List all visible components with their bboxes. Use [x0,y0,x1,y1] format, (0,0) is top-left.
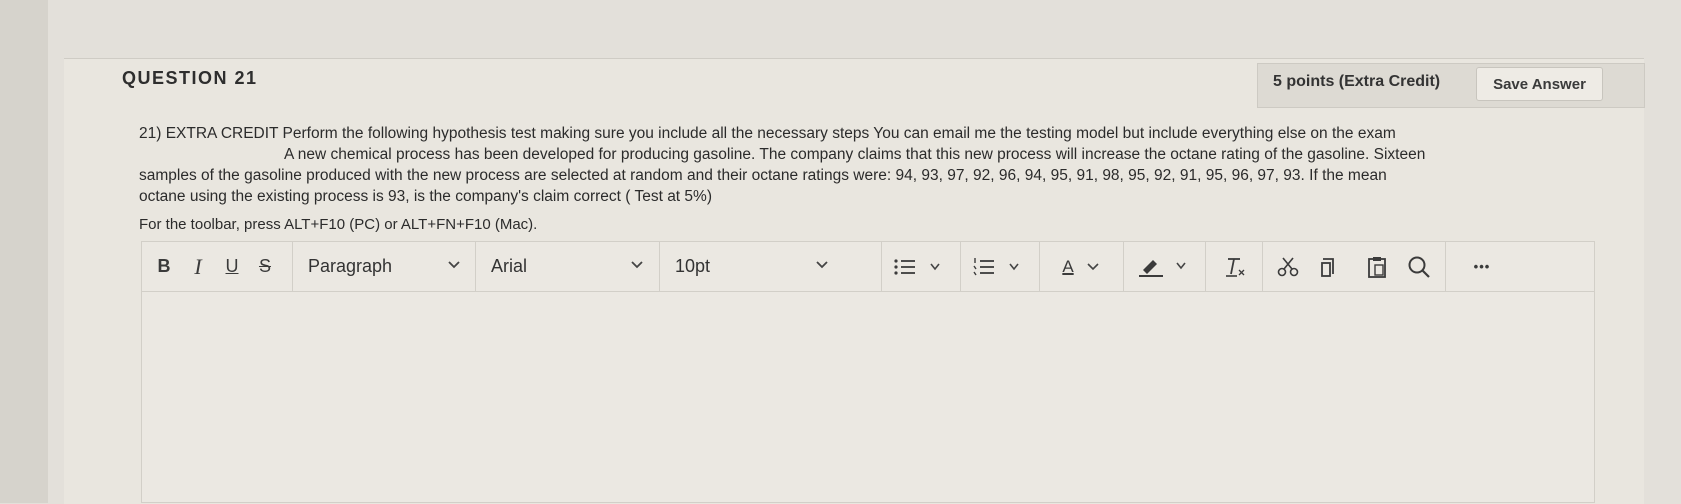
editor-text-area[interactable] [142,292,1594,504]
highlight-icon [1139,259,1186,277]
clear-formatting-icon [1226,257,1245,277]
copy-button[interactable] [1308,242,1348,291]
more-icon[interactable]: ••• [1462,242,1502,291]
question-text: 21) EXTRA CREDIT Perform the following h… [139,123,1599,207]
paragraph-format-value: Paragraph [308,256,393,276]
toolbar-divider [881,242,882,291]
toolbar-divider [1123,242,1124,291]
highlight-color-button[interactable] [1135,242,1199,291]
bullet-list-icon [894,258,940,275]
editor-toolbar: B I U S Paragraph Arial 10pt A ••• [142,242,1594,292]
find-button[interactable] [1399,242,1439,291]
paste-button[interactable] [1357,242,1397,291]
paste-icon [1368,256,1386,278]
search-icon [1408,256,1430,278]
bold-icon[interactable]: B [152,242,176,291]
copy-icon [1321,257,1334,277]
text-color-icon: A [1062,256,1074,276]
cut-icon [1277,256,1299,276]
font-size-value: 10pt [675,256,711,276]
clear-formatting-button[interactable] [1215,242,1255,291]
font-family-value: Arial [491,256,528,276]
points-label: 5 points (Extra Credit) [1273,73,1441,90]
bullet-list-button[interactable] [891,242,951,291]
chevron-down-icon [448,261,460,269]
toolbar-divider [1039,242,1040,291]
font-family-dropdown[interactable]: Arial [476,242,658,291]
window-left-edge [0,0,48,503]
font-size-dropdown[interactable]: 10pt [660,242,843,291]
toolbar-divider [960,242,961,291]
strikethrough-icon[interactable]: S [253,242,277,291]
text-color-button[interactable]: A [1055,242,1115,291]
rich-text-editor: B I U S Paragraph Arial 10pt A ••• [141,241,1595,503]
toolbar-divider [1445,242,1446,291]
save-answer-button[interactable]: Save Answer [1476,67,1603,101]
question-line: A new chemical process has been develope… [284,146,1426,163]
chevron-down-icon [816,261,828,269]
chevron-down-icon [631,261,643,269]
toolbar-hint: For the toolbar, press ALT+F10 (PC) or A… [139,216,538,233]
toolbar-divider [1262,242,1263,291]
question-line: octane using the existing process is 93,… [139,188,712,205]
question-line: samples of the gasoline produced with th… [139,167,1387,184]
numbered-list-button[interactable] [970,242,1030,291]
question-line: 21) EXTRA CREDIT Perform the following h… [139,125,1396,142]
chevron-down-icon [1087,262,1099,270]
toolbar-divider [1205,242,1206,291]
paragraph-format-dropdown[interactable]: Paragraph [293,242,475,291]
italic-icon[interactable]: I [186,242,210,291]
question-title: QUESTION 21 [122,68,258,88]
underline-icon[interactable]: U [220,242,244,291]
cut-button[interactable] [1268,242,1308,291]
numbered-list-icon [973,257,1019,275]
